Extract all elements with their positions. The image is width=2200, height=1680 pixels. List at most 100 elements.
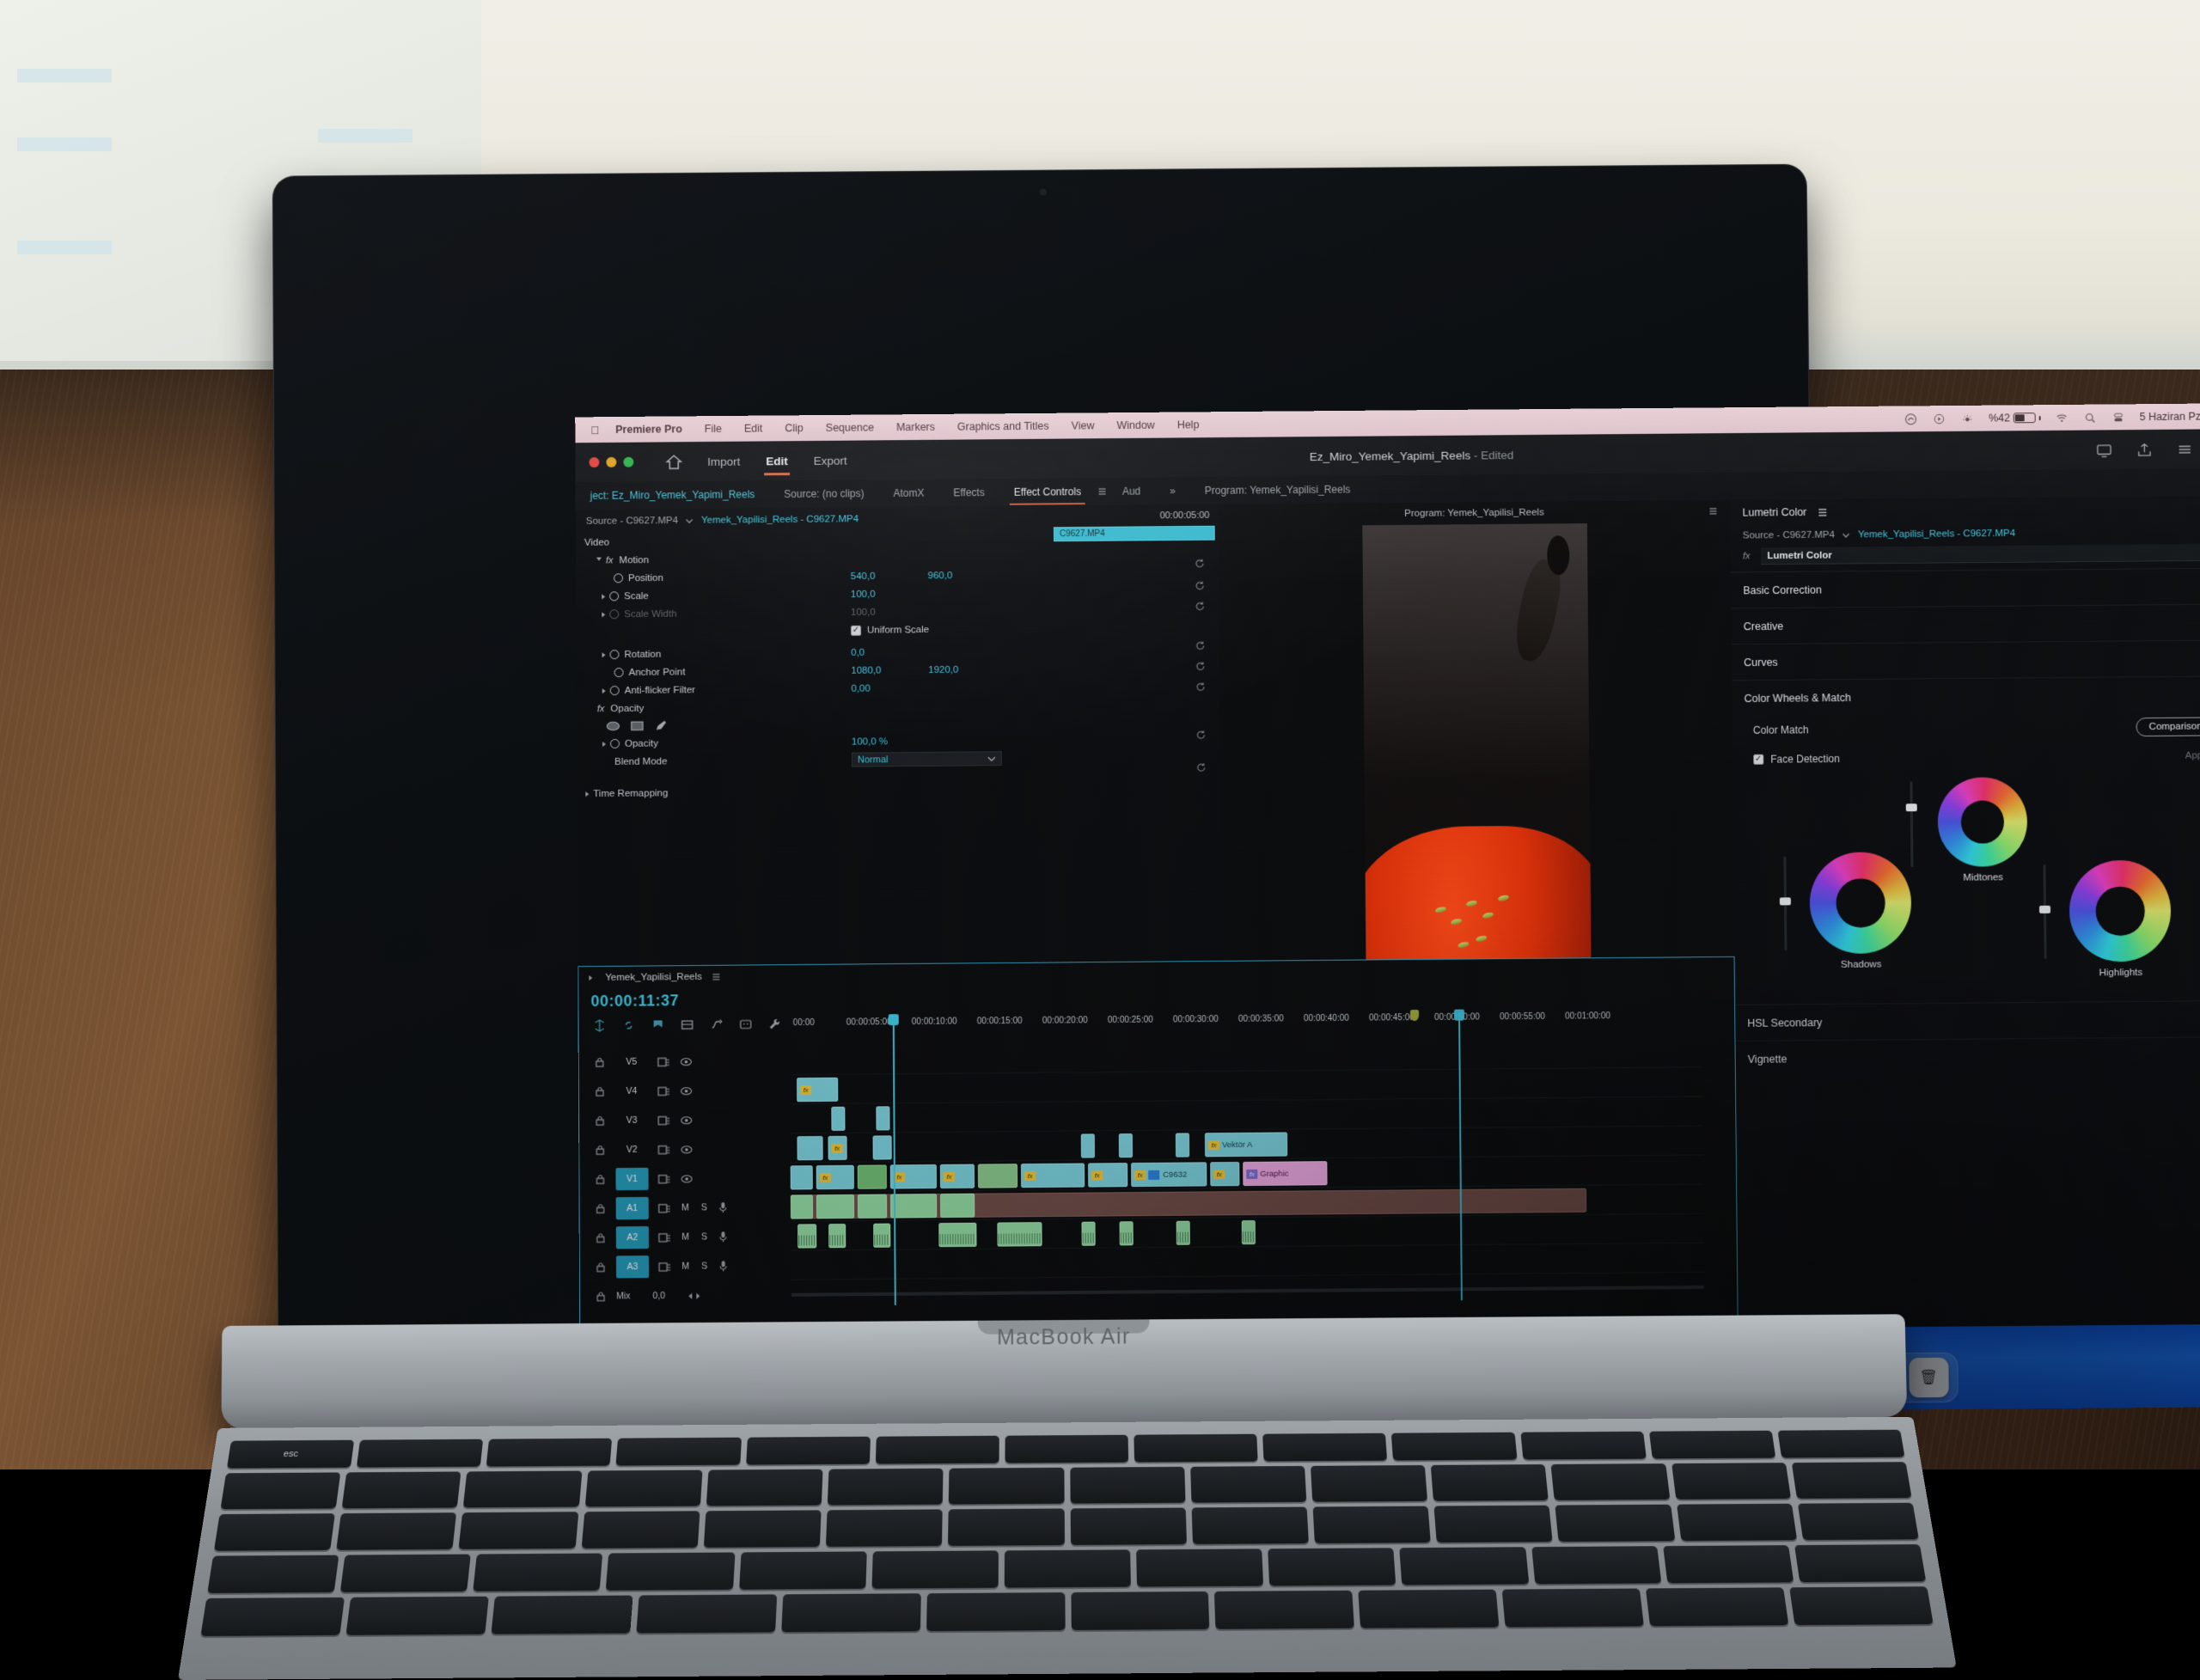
- keyboard-key[interactable]: [636, 1594, 777, 1633]
- keyboard-key[interactable]: [357, 1439, 484, 1468]
- scale-value[interactable]: 100,0: [851, 589, 876, 599]
- keyboard-key[interactable]: [616, 1438, 742, 1466]
- track-name-v1[interactable]: V1: [615, 1168, 648, 1190]
- track-sync-icon[interactable]: [658, 1261, 671, 1272]
- clip[interactable]: fx C9632: [1131, 1162, 1207, 1187]
- menu-icon[interactable]: [2176, 441, 2194, 457]
- clip[interactable]: [873, 1224, 890, 1248]
- window-controls[interactable]: [589, 457, 633, 467]
- clip[interactable]: [1242, 1220, 1256, 1244]
- track-header-a1[interactable]: A1 M S: [580, 1192, 791, 1223]
- keyboard-key[interactable]: [1313, 1506, 1431, 1543]
- wifi-icon[interactable]: [2055, 411, 2069, 424]
- menu-sequence[interactable]: Sequence: [815, 421, 885, 434]
- chevron-down-icon[interactable]: [686, 516, 694, 524]
- lumetri-section-vignette[interactable]: Vignette ✓: [1735, 1036, 2200, 1077]
- keyboard-key[interactable]: [1677, 1504, 1797, 1541]
- keyboard-key[interactable]: [1502, 1588, 1644, 1627]
- keyboard-key[interactable]: [926, 1592, 1066, 1631]
- track-name-v3[interactable]: V3: [615, 1109, 648, 1132]
- track-sync-icon[interactable]: [657, 1056, 670, 1067]
- clip[interactable]: [978, 1164, 1018, 1188]
- lumetri-section-creative[interactable]: Creative ✓: [1732, 603, 2200, 644]
- keyboard-key[interactable]: [1555, 1505, 1675, 1542]
- keyboard-key[interactable]: [871, 1550, 999, 1588]
- keyboard-key[interactable]: [336, 1512, 456, 1550]
- clip[interactable]: [940, 1194, 975, 1218]
- menu-graphics-and-titles[interactable]: Graphics and Titles: [946, 420, 1060, 433]
- clip[interactable]: [797, 1136, 822, 1160]
- control-center-icon[interactable]: [2111, 411, 2126, 424]
- mute-button-a3[interactable]: M: [681, 1262, 690, 1272]
- anchor-x-value[interactable]: 1080,0: [851, 665, 881, 675]
- tab-overflow[interactable]: »: [1155, 485, 1190, 497]
- keyboard-key[interactable]: [1671, 1463, 1791, 1500]
- minimize-button[interactable]: [606, 457, 616, 467]
- keyboard-key[interactable]: [704, 1510, 822, 1548]
- stopwatch-icon[interactable]: [614, 668, 624, 677]
- mix-value[interactable]: 0,0: [653, 1291, 666, 1301]
- track-sync-icon[interactable]: [658, 1231, 671, 1243]
- keyboard-key[interactable]: [220, 1472, 340, 1509]
- eye-icon[interactable]: [680, 1144, 693, 1155]
- lumetri-section-color-wheels[interactable]: Color Wheels & Match ✓: [1732, 675, 2200, 716]
- track-header-mix[interactable]: Mix 0,0: [580, 1280, 791, 1311]
- keyboard-key[interactable]: [1789, 1586, 1934, 1625]
- keyboard-key[interactable]: [200, 1598, 345, 1636]
- apply-match-button[interactable]: Apply Match: [2185, 750, 2200, 761]
- clip[interactable]: [1176, 1221, 1190, 1245]
- keyboard-key[interactable]: [474, 1554, 603, 1591]
- keyboard-key[interactable]: [1214, 1591, 1354, 1629]
- keyboard-key[interactable]: [746, 1437, 871, 1465]
- reset-icon[interactable]: [1195, 661, 1206, 671]
- keyboard-key[interactable]: [1070, 1507, 1187, 1544]
- mute-button-a1[interactable]: M: [681, 1202, 690, 1213]
- track-name-a2[interactable]: A2: [616, 1226, 649, 1249]
- ec-uniform-scale-row[interactable]: ✓ Uniform Scale: [584, 620, 1050, 641]
- keyboard-key[interactable]: [1268, 1548, 1396, 1585]
- keyboard-key[interactable]: [1311, 1465, 1427, 1502]
- menu-help[interactable]: Help: [1166, 418, 1211, 431]
- timeline-marker[interactable]: [1410, 1010, 1419, 1021]
- lock-icon[interactable]: [595, 1174, 605, 1185]
- ec-group-time-remapping[interactable]: Time Remapping: [585, 781, 1052, 803]
- keyboard-key[interactable]: [340, 1555, 471, 1592]
- clip[interactable]: fx Vektör A: [1205, 1132, 1287, 1157]
- tab-atomx[interactable]: AtomX: [878, 487, 938, 500]
- tab-source[interactable]: Source: (no clips): [769, 487, 878, 500]
- timeline-display-icon[interactable]: [681, 1018, 694, 1031]
- keyboard-key[interactable]: [1646, 1587, 1788, 1626]
- marker-icon[interactable]: [651, 1018, 665, 1031]
- keyboard-key[interactable]: [876, 1436, 999, 1464]
- menu-markers[interactable]: Markers: [885, 421, 946, 434]
- clip[interactable]: fx: [797, 1078, 838, 1102]
- keyboard-key[interactable]: [949, 1468, 1064, 1505]
- tab-project[interactable]: ject: Ez_Miro_Yemek_Yapimi_Reels: [576, 488, 770, 502]
- clip[interactable]: [876, 1106, 889, 1130]
- nesting-icon[interactable]: [710, 1017, 724, 1030]
- eye-icon[interactable]: [680, 1056, 693, 1067]
- ec-clip-bar[interactable]: C9627.MP4: [1054, 526, 1215, 542]
- clip[interactable]: fx: [816, 1165, 854, 1189]
- clip[interactable]: fx: [890, 1164, 937, 1189]
- keyboard-key[interactable]: [1794, 1544, 1926, 1582]
- search-icon[interactable]: [2083, 411, 2098, 424]
- highlights-wheel[interactable]: [2069, 860, 2171, 962]
- keyboard-key[interactable]: [1005, 1435, 1128, 1463]
- keyboard-key[interactable]: [214, 1513, 335, 1551]
- zoom-button[interactable]: [623, 457, 633, 467]
- tab-audio[interactable]: Aud: [1108, 485, 1155, 497]
- lock-icon[interactable]: [595, 1057, 605, 1068]
- keyboard-key[interactable]: [1070, 1467, 1185, 1504]
- timeline-sequence-tab[interactable]: Yemek_Yapilisi_Reels: [605, 972, 702, 983]
- clip[interactable]: fx: [1021, 1164, 1085, 1188]
- close-button[interactable]: [589, 457, 599, 467]
- snap-icon[interactable]: [593, 1018, 607, 1031]
- track-header-v1[interactable]: V1: [579, 1163, 790, 1194]
- tab-effects[interactable]: Effects: [938, 486, 999, 499]
- nav-export[interactable]: Export: [814, 454, 847, 467]
- screen-share-icon[interactable]: [2095, 442, 2113, 458]
- clip[interactable]: [1081, 1133, 1095, 1158]
- mic-icon[interactable]: [718, 1201, 728, 1214]
- uniform-scale-checkbox[interactable]: ✓: [851, 625, 861, 635]
